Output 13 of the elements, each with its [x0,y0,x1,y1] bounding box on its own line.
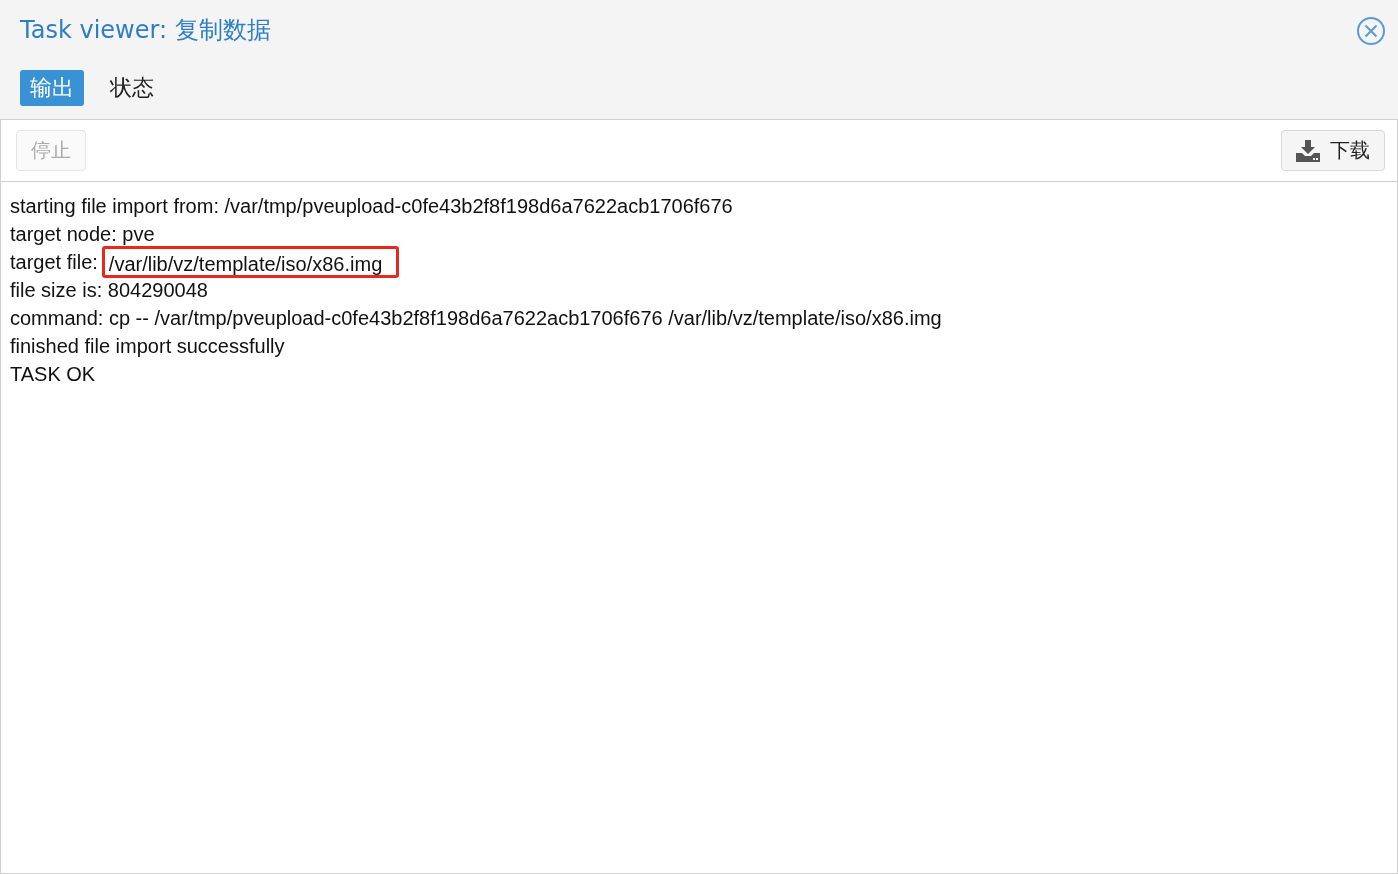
log-line: finished file import successfully [10,334,285,359]
log-line: file size is: 804290048 [10,278,208,303]
log-line: TASK OK [10,362,96,387]
log-line: command: cp -- /var/tmp/pveupload-c0fe43b2f8f198d6a7622acb1706f676 /var/lib/vz/template/iso/x86.img [10,306,942,331]
tab[interactable]: 状态 [100,70,164,106]
download-button[interactable]: 下载 [1281,130,1385,171]
log-line: starting file import from: /var/tmp/pveupload-c0fe43b2f8f198d6a7622acb1706f676 [10,194,733,219]
log-line: target file: [10,250,98,275]
window-title: Task viewer: 复制数据 [20,15,271,46]
download-icon [1296,139,1320,162]
close-icon[interactable] [1356,16,1386,46]
highlighted-path: /var/lib/vz/template/iso/x86.img [101,246,400,278]
log-line: target node: pve [10,222,155,247]
